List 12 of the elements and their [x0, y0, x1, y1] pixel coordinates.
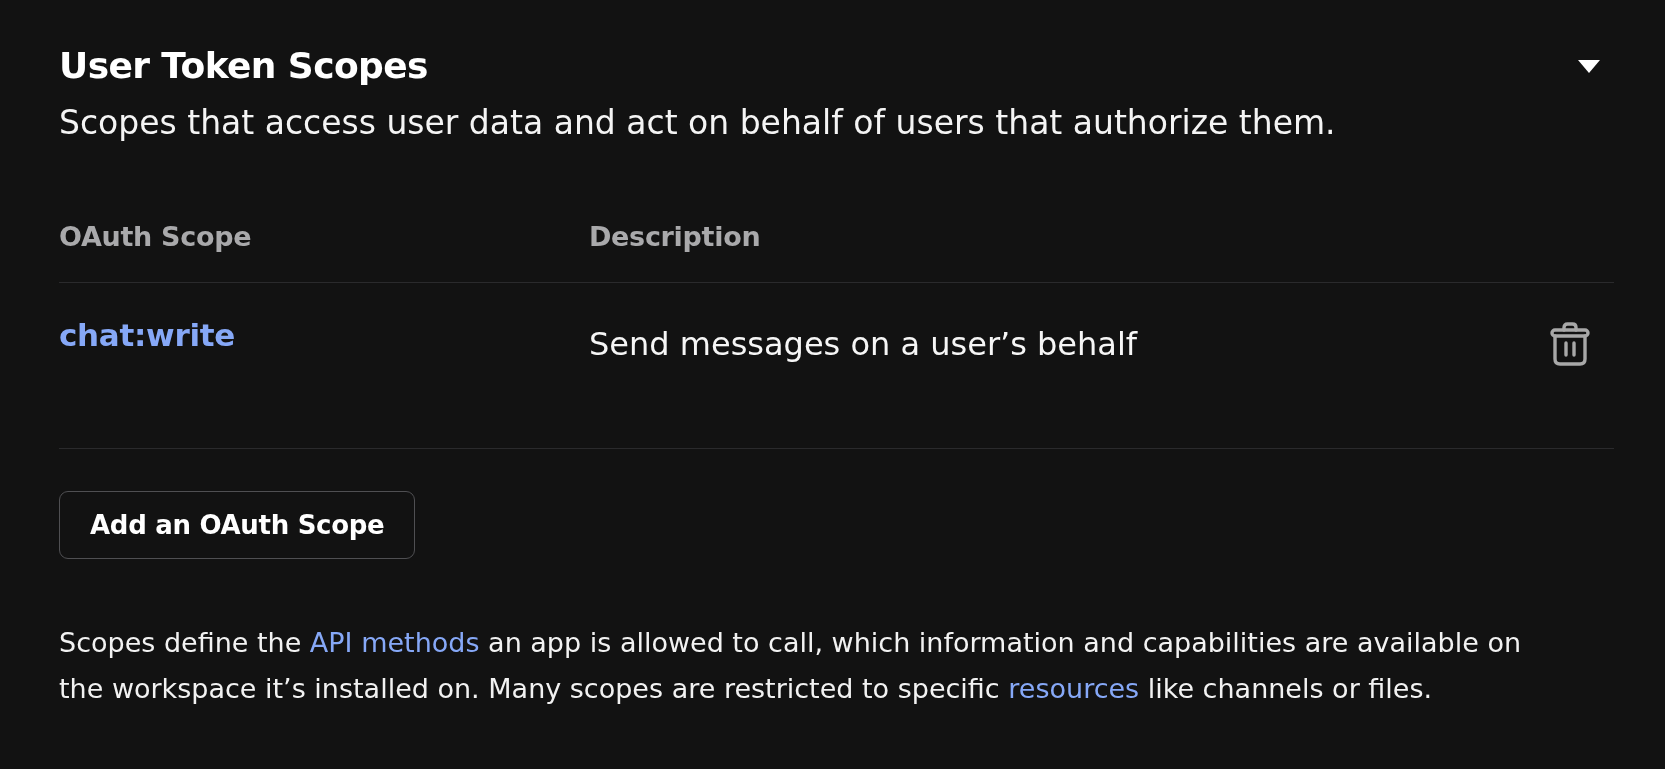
- trash-icon[interactable]: [1550, 322, 1590, 366]
- caret-icon[interactable]: [1578, 59, 1600, 73]
- text-link[interactable]: API methods: [309, 627, 480, 658]
- scope-link[interactable]: chat:write: [59, 316, 235, 354]
- section-description: Scopes that access user data and act on behalf of users that authorize them.: [59, 103, 1337, 143]
- section-title: User Token Scopes: [59, 44, 428, 88]
- add-scope-button[interactable]: Add an OAuth Scope: [59, 491, 416, 559]
- text-link[interactable]: resources: [1008, 673, 1140, 704]
- scopes-info-paragraph: Scopes define the API methods an app is allowed to call, which information and capabilities are available on the workspace it’s installed on. Many scopes are restricted to specific resources like channels or files.: [59, 626, 1523, 706]
- column-header: OAuth Scope: [59, 221, 253, 253]
- column-header: Description: [589, 221, 762, 253]
- scope-description: Send messages on a user’s behalf: [589, 325, 1139, 363]
